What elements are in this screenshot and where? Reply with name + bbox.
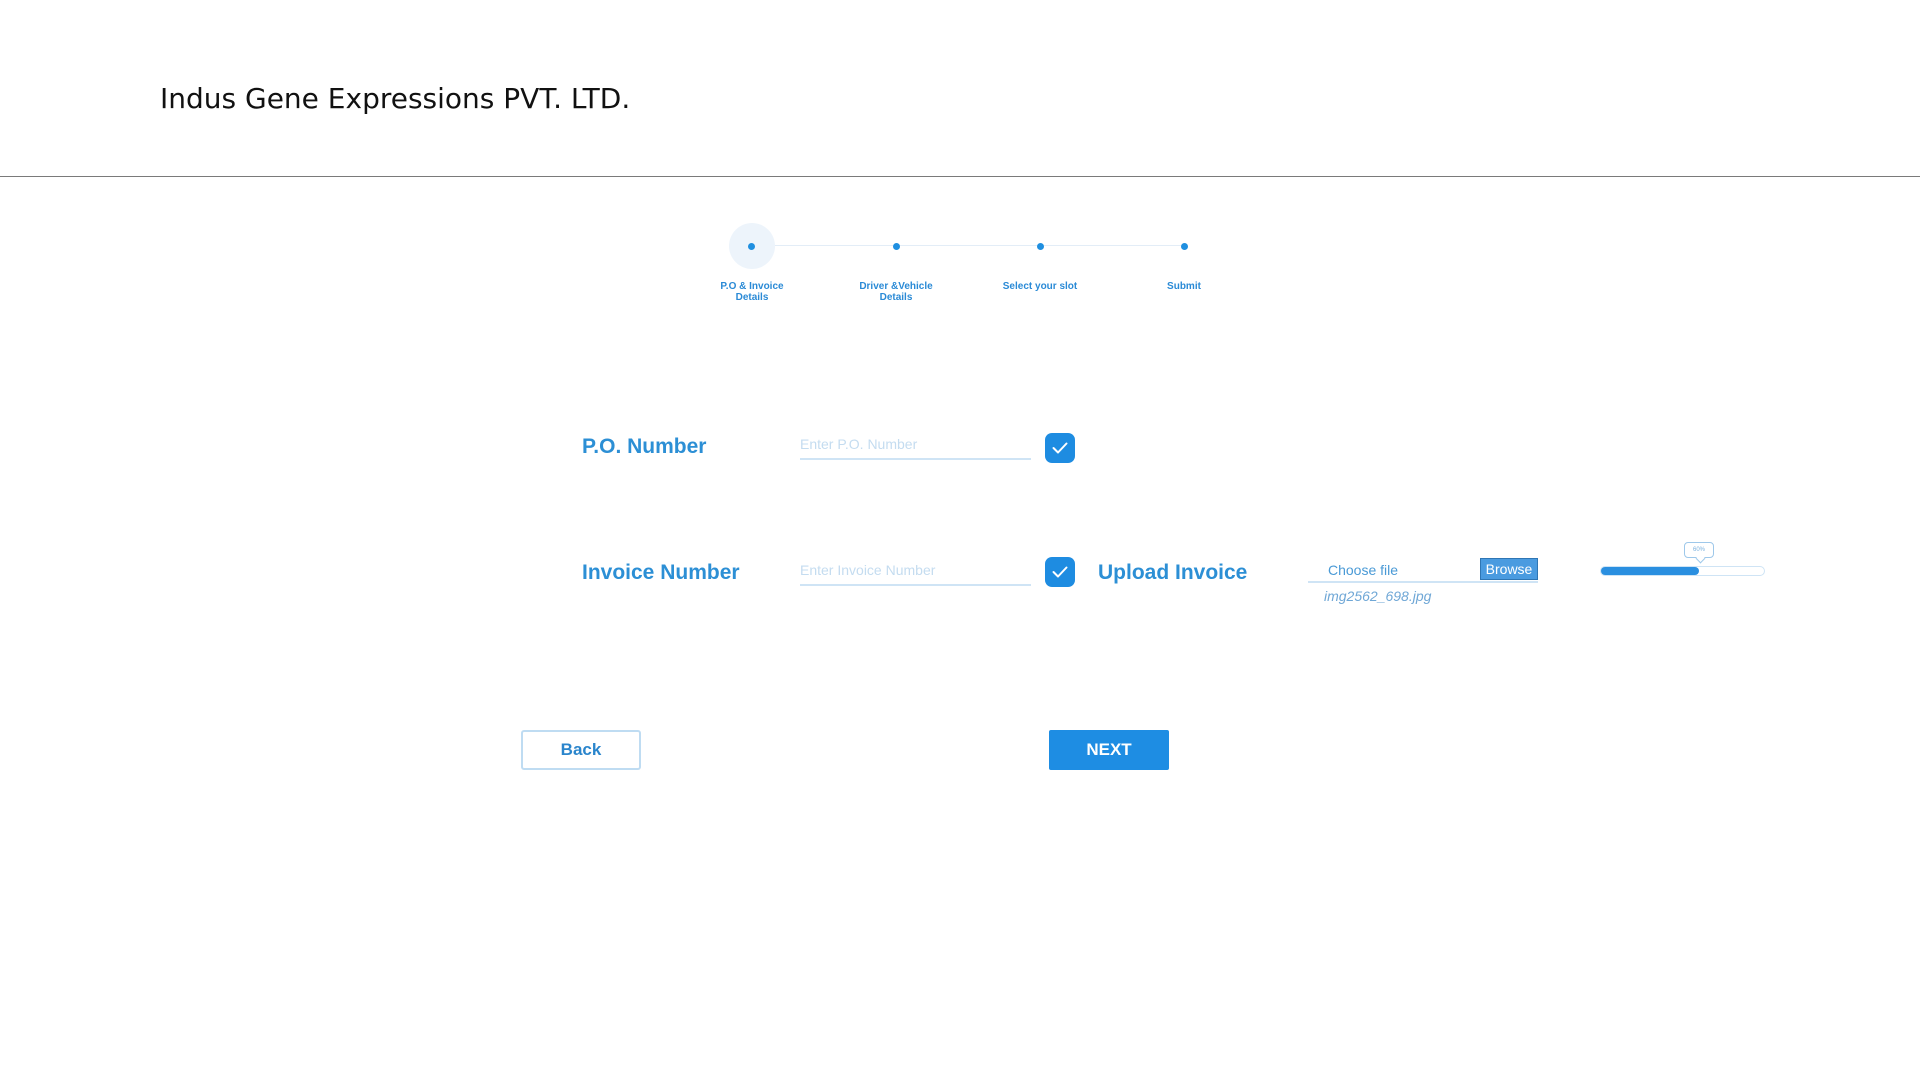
- progress-stepper: P.O & Invoice Details Driver &Vehicle De…: [0, 0, 1920, 320]
- step-dot-submit[interactable]: [1181, 243, 1188, 250]
- stepper-line: [752, 245, 1184, 246]
- step-label-driver-vehicle: Driver &Vehicle Details: [859, 281, 933, 303]
- upload-progress-tooltip: 60%: [1684, 542, 1714, 558]
- po-number-label: P.O. Number: [582, 435, 707, 458]
- invoice-number-label: Invoice Number: [582, 561, 740, 584]
- upload-progress-fill: [1601, 567, 1699, 575]
- check-icon: [1052, 566, 1068, 578]
- po-number-check-button[interactable]: [1045, 433, 1075, 463]
- uploaded-file-name: img2562_698.jpg: [1324, 588, 1432, 604]
- browse-button[interactable]: Browse: [1480, 558, 1538, 580]
- step-label-select-slot: Select your slot: [1002, 281, 1078, 292]
- step-label-submit: Submit: [1167, 281, 1201, 292]
- step-dot-select-slot[interactable]: [1037, 243, 1044, 250]
- step-dot-driver-vehicle[interactable]: [893, 243, 900, 250]
- upload-progress-bar: [1600, 566, 1765, 576]
- check-icon: [1052, 442, 1068, 454]
- po-number-input[interactable]: [800, 430, 1031, 460]
- back-button[interactable]: Back: [521, 730, 641, 770]
- page: Indus Gene Expressions PVT. LTD. P.O & I…: [0, 0, 1920, 1080]
- upload-invoice-label: Upload Invoice: [1098, 561, 1248, 584]
- step-label-po-invoice: P.O & Invoice Details: [720, 281, 784, 303]
- choose-file-text[interactable]: Choose file: [1328, 562, 1398, 578]
- invoice-number-check-button[interactable]: [1045, 557, 1075, 587]
- invoice-number-input[interactable]: [800, 556, 1031, 586]
- next-button[interactable]: NEXT: [1049, 730, 1169, 770]
- step-dot-po-invoice[interactable]: [748, 243, 755, 250]
- file-picker[interactable]: Choose file Browse: [1308, 556, 1538, 583]
